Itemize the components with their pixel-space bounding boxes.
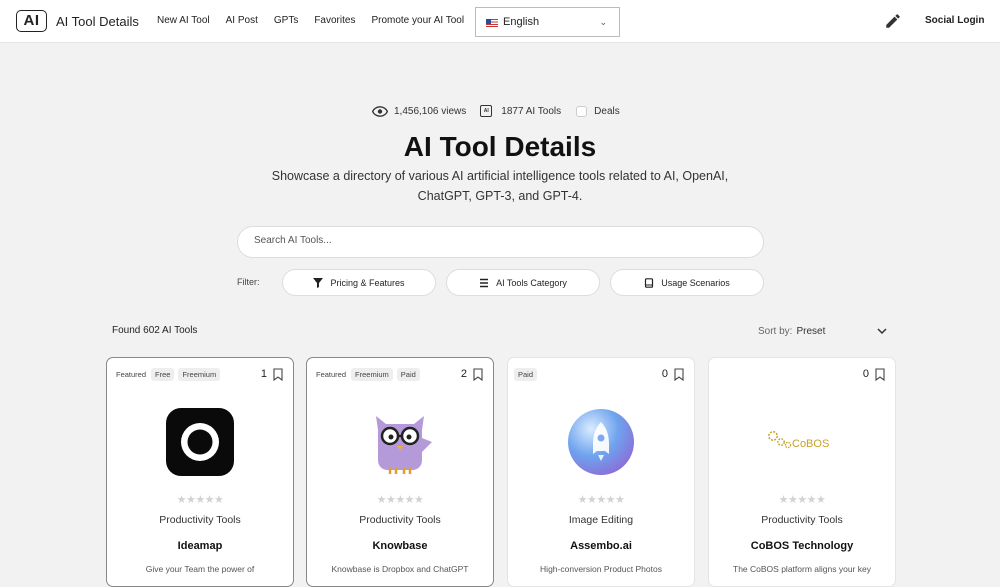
tool-category: Productivity Tools bbox=[359, 514, 441, 526]
sort-control[interactable]: Sort by: Preset bbox=[758, 326, 825, 337]
card-tags: Featured Freemium Paid bbox=[313, 368, 420, 381]
rating-stars: ★★★★★ bbox=[778, 494, 826, 506]
top-nav-bar: AI AI Tool Details New AI Tool AI Post G… bbox=[0, 0, 1000, 43]
category-filter[interactable]: AI Tools Category bbox=[446, 269, 600, 296]
bookmark-icon[interactable] bbox=[674, 368, 684, 381]
nav-favorites[interactable]: Favorites bbox=[314, 15, 355, 26]
main-nav: New AI Tool AI Post GPTs Favorites Promo… bbox=[157, 15, 464, 26]
page-title: AI Tool Details bbox=[403, 131, 597, 162]
tool-description: Knowbase is Dropbox and ChatGPT bbox=[331, 564, 469, 574]
tool-card[interactable]: Featured Free Freemium 1 ★★★★★ Productiv… bbox=[106, 357, 294, 587]
usage-scenarios-filter[interactable]: Usage Scenarios bbox=[610, 269, 764, 296]
tablet-icon bbox=[645, 277, 654, 288]
tool-name[interactable]: CoBOS Technology bbox=[709, 540, 895, 552]
site-logo[interactable]: AI bbox=[16, 10, 47, 32]
tool-description: The CoBOS platform aligns your key bbox=[733, 564, 871, 574]
card-tags: Paid bbox=[514, 368, 538, 381]
nav-new-ai-tool[interactable]: New AI Tool bbox=[157, 15, 210, 26]
views-count: 1,456,106 views bbox=[394, 105, 467, 117]
tool-category: Productivity Tools bbox=[761, 514, 843, 526]
bookmark-icon[interactable] bbox=[875, 368, 885, 381]
tool-category: Image Editing bbox=[568, 514, 634, 526]
chevron-down-icon[interactable] bbox=[876, 326, 888, 336]
tag-freemium: Freemium bbox=[178, 368, 221, 381]
chevron-down-icon: ⌄ bbox=[599, 17, 607, 27]
nav-promote[interactable]: Promote your AI Tool bbox=[371, 15, 464, 26]
tool-name[interactable]: Assembo.ai bbox=[508, 540, 694, 552]
language-label: English bbox=[503, 16, 540, 28]
cobos-logo-icon: CoBOS bbox=[764, 408, 844, 476]
tag-paid: Paid bbox=[396, 368, 420, 381]
tag-featured: Featured bbox=[116, 370, 147, 379]
category-filter-label: AI Tools Category bbox=[496, 277, 567, 288]
tag-freemium: Freemium bbox=[351, 368, 393, 381]
search-input[interactable] bbox=[254, 235, 734, 246]
tool-category: Productivity Tools bbox=[159, 514, 241, 526]
card-tags: Featured Free Freemium bbox=[113, 368, 221, 381]
pricing-features-filter[interactable]: Pricing & Features bbox=[282, 269, 436, 296]
nav-gpts[interactable]: GPTs bbox=[274, 15, 298, 26]
results-count: Found 602 AI Tools bbox=[112, 325, 198, 336]
brand-name[interactable]: AI Tool Details bbox=[56, 14, 139, 29]
sort-label: Sort by: bbox=[758, 326, 793, 337]
tag-paid: Paid bbox=[514, 368, 538, 381]
rating-stars: ★★★★★ bbox=[176, 494, 224, 506]
pricing-filter-label: Pricing & Features bbox=[330, 277, 405, 288]
tool-description: High-conversion Product Photos bbox=[540, 564, 662, 574]
tools-count: 1877 AI Tools bbox=[501, 105, 562, 117]
tag-featured: Featured bbox=[316, 370, 347, 379]
owl-logo-icon bbox=[366, 408, 434, 476]
usage-filter-label: Usage Scenarios bbox=[661, 277, 730, 288]
tool-card[interactable]: Featured Freemium Paid 2 ★★★★★ Productiv… bbox=[306, 357, 494, 587]
page-subtitle: Showcase a directory of various AI artif… bbox=[271, 169, 729, 203]
deals-checkbox[interactable] bbox=[576, 105, 588, 117]
list-icon bbox=[480, 278, 489, 287]
bookmark-count: 0 bbox=[862, 368, 869, 380]
bookmark-icon[interactable] bbox=[273, 368, 283, 381]
svg-text:CoBOS: CoBOS bbox=[792, 438, 829, 450]
tool-name[interactable]: Ideamap bbox=[107, 540, 293, 552]
us-flag-icon bbox=[486, 19, 498, 27]
funnel-icon bbox=[313, 277, 324, 288]
tool-name[interactable]: Knowbase bbox=[307, 540, 493, 552]
nav-ai-post[interactable]: AI Post bbox=[226, 15, 258, 26]
bookmark-count: 1 bbox=[260, 368, 267, 380]
tool-card[interactable]: Paid 0 ★★★★★ Image Editing Assembo.ai Hi… bbox=[507, 357, 695, 587]
deals-label: Deals bbox=[594, 105, 620, 117]
rocket-logo-icon bbox=[567, 408, 635, 476]
tool-card[interactable]: 0 CoBOS ★★★★★ Productivity Tools CoBOS T… bbox=[708, 357, 896, 587]
social-login-button[interactable]: Social Login bbox=[925, 15, 984, 26]
search-box[interactable] bbox=[237, 226, 764, 258]
bookmark-count: 2 bbox=[460, 368, 467, 380]
eye-icon bbox=[372, 105, 388, 117]
bookmark-count: 0 bbox=[661, 368, 668, 380]
site-stats: 1,456,106 views AI 1877 AI Tools Deals bbox=[372, 105, 620, 117]
language-select[interactable]: English ⌄ bbox=[475, 7, 620, 37]
bookmark-icon[interactable] bbox=[473, 368, 483, 381]
pencil-icon[interactable] bbox=[884, 12, 902, 30]
ideamap-logo-icon bbox=[166, 408, 234, 476]
filter-label: Filter: bbox=[237, 277, 260, 287]
sort-value: Preset bbox=[796, 326, 826, 337]
tool-description: Give your Team the power of bbox=[145, 564, 255, 574]
ai-badge-icon: AI bbox=[480, 105, 493, 117]
rating-stars: ★★★★★ bbox=[577, 494, 625, 506]
rating-stars: ★★★★★ bbox=[376, 494, 424, 506]
tag-free: Free bbox=[151, 368, 175, 381]
